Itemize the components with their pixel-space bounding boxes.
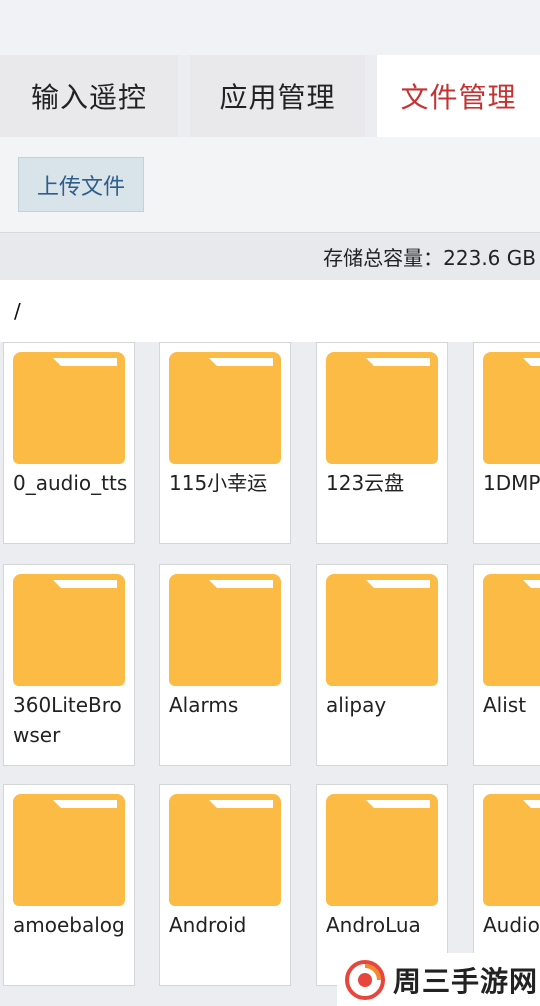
folder-name: AndroLua	[326, 913, 421, 937]
status-area	[0, 0, 540, 55]
folder-icon	[483, 574, 540, 686]
folder-icon	[13, 574, 125, 686]
folder-tile[interactable]: Alarms	[159, 564, 291, 766]
toolbar: 上传文件	[0, 137, 540, 232]
folder-icon	[326, 352, 438, 464]
folder-name: 0_audio_tts	[13, 471, 128, 495]
folder-icon	[169, 352, 281, 464]
folder-icon	[13, 352, 125, 464]
folder-name: amoebalog	[13, 913, 125, 937]
tab-bar: 输入遥控 应用管理 文件管理	[0, 55, 540, 137]
folder-icon	[13, 794, 125, 906]
tab-input-remote[interactable]: 输入遥控	[0, 55, 178, 137]
folder-name: 115小幸运	[169, 471, 268, 495]
folder-name: 123云盘	[326, 471, 405, 495]
folder-name: alipay	[326, 693, 387, 717]
folder-icon	[483, 794, 540, 906]
folder-tile[interactable]: 0_audio_tts	[3, 342, 135, 544]
folder-tile[interactable]: 123云盘	[316, 342, 448, 544]
folder-icon	[169, 574, 281, 686]
folder-tile[interactable]: alipay	[316, 564, 448, 766]
watermark: 周三手游网	[337, 953, 540, 1006]
tab-file-management[interactable]: 文件管理	[377, 55, 540, 137]
folder-tile[interactable]: amoebalog	[3, 784, 135, 986]
folder-icon	[483, 352, 540, 464]
folder-icon	[326, 794, 438, 906]
folder-tile[interactable]: Android	[159, 784, 291, 986]
path-breadcrumb[interactable]: /	[0, 280, 540, 342]
folder-icon	[326, 574, 438, 686]
folder-name: Audios	[483, 913, 540, 937]
upload-file-button[interactable]: 上传文件	[18, 157, 144, 212]
folder-name: 1DMP	[483, 471, 540, 495]
folder-tile[interactable]: Alist	[473, 564, 540, 766]
folder-tile[interactable]: 360LiteBrowser	[3, 564, 135, 766]
folder-name: 360LiteBrowser	[13, 693, 122, 747]
storage-capacity: 存储总容量：223.6 GB	[0, 233, 540, 280]
folder-name: Alarms	[169, 693, 239, 717]
folder-name: Android	[169, 913, 247, 937]
folder-tile[interactable]: 1DMP	[473, 342, 540, 544]
folder-tile[interactable]: 115小幸运	[159, 342, 291, 544]
folder-name: Alist	[483, 693, 527, 717]
folder-icon	[169, 794, 281, 906]
tab-app-management[interactable]: 应用管理	[190, 55, 365, 137]
file-grid: 0_audio_tts 115小幸运 123云盘 1DMP 360LiteBro…	[0, 342, 540, 1006]
watermark-text: 周三手游网	[393, 964, 539, 998]
swirl-logo-icon	[345, 959, 385, 1000]
